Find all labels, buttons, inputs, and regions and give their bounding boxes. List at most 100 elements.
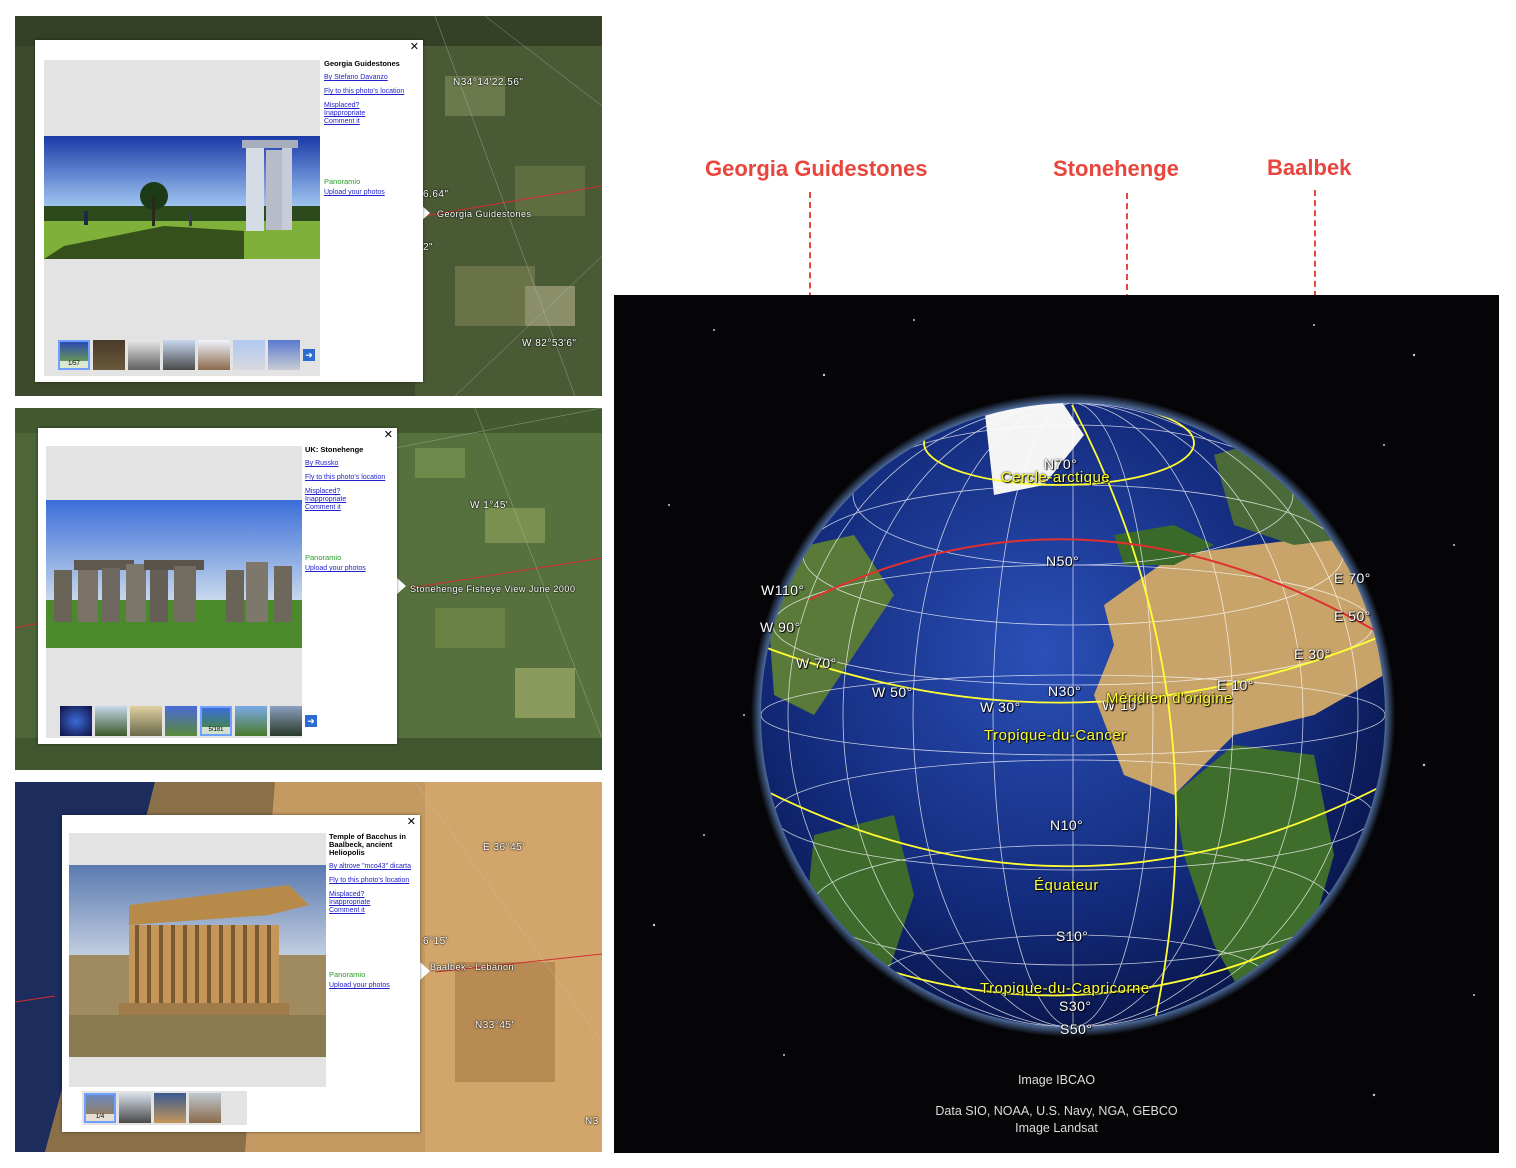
photo-title: Temple of Bacchus in Baalbeck, ancient H…: [329, 832, 406, 857]
thumbnail[interactable]: [235, 706, 267, 736]
fly-to-link[interactable]: Fly to this photo's location: [329, 877, 419, 885]
coord-label: W 1°45': [470, 500, 509, 511]
photo-counter: 1/57: [60, 361, 88, 368]
credit-ibcao: Image IBCAO: [1017, 1073, 1096, 1087]
placemark-label[interactable]: Georgia Guidestones: [437, 209, 532, 219]
lon-label-e30: E 30°: [1294, 646, 1331, 662]
main-photo[interactable]: [69, 865, 326, 1057]
author-link[interactable]: By Stefano Davanzo: [324, 74, 420, 82]
lat-label-s30: S30°: [1059, 998, 1092, 1014]
comment-link[interactable]: Comment it: [324, 118, 420, 126]
lon-label-e70: E 70°: [1334, 570, 1371, 586]
credit-data-sources: Data SIO, NOAA, U.S. Navy, NGA, GEBCO: [935, 1104, 1178, 1118]
upload-link[interactable]: Upload your photos: [305, 565, 395, 573]
thumbnail[interactable]: [198, 340, 230, 370]
fly-to-link[interactable]: Fly to this photo's location: [305, 474, 395, 482]
close-icon[interactable]: ✕: [384, 430, 393, 441]
arctic-circle-label: Cercle-arctique: [1001, 469, 1111, 486]
lon-label-w50: W 50°: [872, 684, 913, 700]
next-arrow-icon[interactable]: ➜: [305, 715, 317, 727]
coord-label: N3: [585, 1116, 599, 1127]
lon-label-w70: W 70°: [796, 655, 837, 671]
lat-label-n30: N30°: [1048, 683, 1082, 699]
thumbnail[interactable]: [95, 706, 127, 736]
photo-viewer: [69, 833, 326, 1087]
thumbnail[interactable]: [270, 706, 302, 736]
lon-label-e50: E 50°: [1334, 608, 1371, 624]
thumbnail[interactable]: [268, 340, 300, 370]
panoramio-logo[interactable]: Panoramio: [324, 178, 420, 186]
popup-pointer: [420, 962, 430, 980]
callout-georgia-guidestones: Georgia Guidestones: [705, 156, 928, 181]
photo-popup: ✕: [62, 815, 420, 1132]
photo-counter: 1/4: [86, 1114, 114, 1121]
lat-label-s50: S50°: [1060, 1021, 1093, 1037]
photo-title: Georgia Guidestones: [324, 59, 400, 68]
panoramio-logo[interactable]: Panoramio: [329, 971, 419, 979]
thumbnail-strip: 1/4: [82, 1091, 247, 1125]
photo-info: Georgia Guidestones By Stefano Davanzo F…: [324, 60, 420, 197]
inappropriate-link[interactable]: Inappropriate: [305, 496, 395, 504]
photo-popup: ✕: [38, 428, 397, 744]
lat-label-n10: N10°: [1050, 817, 1084, 833]
thumbnail[interactable]: [130, 706, 162, 736]
fly-to-link[interactable]: Fly to this photo's location: [324, 88, 420, 96]
lon-label-w30: W 30°: [980, 699, 1021, 715]
thumbnail[interactable]: [119, 1093, 151, 1123]
lon-label-w110: W110°: [761, 582, 805, 598]
author-link[interactable]: By altrove "mco43" dicarta: [329, 863, 419, 871]
thumbnail[interactable]: [163, 340, 195, 370]
panoramio-logo[interactable]: Panoramio: [305, 554, 395, 562]
map-panel-georgia[interactable]: N34°14'22.56" 6.64" 2" W 82°53'6" Georgi…: [15, 16, 602, 396]
tropic-cancer-label: Tropique-du-Cancer: [984, 727, 1127, 744]
prime-meridian-label: Méridien d'origine: [1106, 690, 1233, 707]
thumbnail-strip: 5/181 ➜: [60, 706, 317, 736]
map-panel-stonehenge[interactable]: W 1°45' Stonehenge Fisheye View June 200…: [15, 408, 602, 770]
photo-title: UK: Stonehenge: [305, 445, 364, 454]
thumbnail[interactable]: 1/57: [58, 340, 90, 370]
thumbnail[interactable]: [128, 340, 160, 370]
misplaced-link[interactable]: Misplaced?: [324, 102, 420, 110]
thumbnail[interactable]: [60, 706, 92, 736]
placemark-label[interactable]: Baalbek - Lebanon: [430, 962, 514, 972]
comment-link[interactable]: Comment it: [329, 907, 419, 915]
next-arrow-icon[interactable]: ➜: [303, 349, 315, 361]
coord-label: E 36°45': [483, 842, 525, 853]
map-panel-baalbek[interactable]: E 36°45' 6°15' N33°45' N3 Baalbek - Leba…: [15, 782, 602, 1152]
thumbnail[interactable]: [189, 1093, 221, 1123]
thumbnail-strip: 1/57 ➜: [58, 340, 315, 370]
lat-label-s10: S10°: [1056, 928, 1089, 944]
misplaced-link[interactable]: Misplaced?: [329, 891, 419, 899]
thumbnail[interactable]: [93, 340, 125, 370]
google-earth-globe-view[interactable]: W110° W 90° W 70° W 50° W 30° W 10° E 10…: [614, 295, 1499, 1153]
main-photo[interactable]: [44, 136, 320, 259]
thumbnail[interactable]: 5/181: [200, 706, 232, 736]
close-icon[interactable]: ✕: [407, 817, 416, 828]
photo-info: UK: Stonehenge By Russko Fly to this pho…: [305, 446, 395, 573]
author-link[interactable]: By Russko: [305, 460, 395, 468]
thumbnail[interactable]: [165, 706, 197, 736]
close-icon[interactable]: ✕: [410, 42, 419, 53]
upload-link[interactable]: Upload your photos: [329, 982, 419, 990]
comment-link[interactable]: Comment it: [305, 504, 395, 512]
thumbnail[interactable]: 1/4: [84, 1093, 116, 1123]
lat-label-n50: N50°: [1046, 553, 1080, 569]
credit-landsat: Image Landsat: [1015, 1121, 1098, 1135]
coord-label: 2": [423, 242, 434, 253]
misplaced-link[interactable]: Misplaced?: [305, 488, 395, 496]
popup-pointer: [396, 577, 406, 595]
thumbnail[interactable]: [154, 1093, 186, 1123]
coord-label: W 82°53'6": [522, 338, 577, 349]
placemark-label[interactable]: Stonehenge Fisheye View June 2000: [410, 584, 575, 594]
callout-baalbek: Baalbek: [1267, 155, 1352, 180]
upload-link[interactable]: Upload your photos: [324, 189, 420, 197]
coord-label: 6°15': [423, 936, 449, 947]
main-photo[interactable]: [46, 500, 302, 648]
inappropriate-link[interactable]: Inappropriate: [324, 110, 420, 118]
photo-info: Temple of Bacchus in Baalbeck, ancient H…: [329, 833, 419, 990]
coord-label: 6.64": [423, 189, 449, 200]
thumbnail[interactable]: [233, 340, 265, 370]
lon-label-w90: W 90°: [760, 619, 801, 635]
callout-stonehenge: Stonehenge: [1053, 156, 1179, 181]
inappropriate-link[interactable]: Inappropriate: [329, 899, 419, 907]
